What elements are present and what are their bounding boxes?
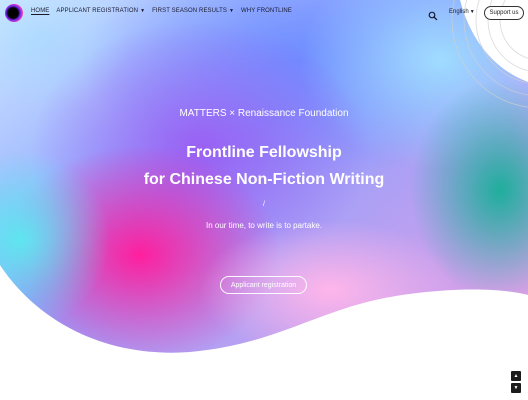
chevron-down-icon: ▼ bbox=[228, 7, 234, 14]
top-navigation: HOME APPLICANT REGISTRATION ▼ FIRST SEAS… bbox=[0, 0, 528, 28]
nav-item-label: APPLICANT REGISTRATION bbox=[56, 8, 139, 14]
support-us-button[interactable]: Support us bbox=[484, 6, 524, 20]
hero-gradient-art bbox=[0, 0, 528, 353]
nav-item-label: HOME bbox=[31, 8, 50, 14]
hero-tagline: In our time, to write is to partake. bbox=[205, 221, 323, 230]
chevron-down-icon: ▼ bbox=[140, 7, 146, 14]
language-selector[interactable]: English ▼ bbox=[449, 9, 475, 15]
nav-links: HOME APPLICANT REGISTRATION ▼ FIRST SEAS… bbox=[31, 8, 292, 14]
applicant-registration-button[interactable]: Applicant registration bbox=[220, 276, 307, 294]
nav-item-label: WHY FRONTLINE bbox=[241, 8, 292, 14]
scroll-up-button[interactable]: ▲ bbox=[511, 371, 521, 381]
nav-item-label: FIRST SEASON RESULTS bbox=[152, 8, 227, 14]
chevron-down-icon: ▼ bbox=[469, 8, 475, 15]
nav-item-first-season-results[interactable]: FIRST SEASON RESULTS ▼ bbox=[152, 8, 234, 14]
language-label: English bbox=[449, 9, 469, 15]
chevron-up-icon: ▲ bbox=[513, 373, 519, 379]
nav-item-why-frontline[interactable]: WHY FRONTLINE bbox=[241, 8, 292, 14]
logo-icon[interactable] bbox=[5, 4, 23, 22]
hero-title-line-1: Frontline Fellowship bbox=[186, 144, 342, 161]
hero-divider: / bbox=[263, 201, 265, 208]
hero-background bbox=[0, 0, 528, 400]
search-icon bbox=[428, 11, 438, 21]
nav-item-applicant-registration[interactable]: APPLICANT REGISTRATION ▼ bbox=[56, 8, 145, 14]
search-button[interactable] bbox=[428, 8, 438, 21]
hero-title-line-2: for Chinese Non-Fiction Writing bbox=[143, 171, 385, 188]
hero-subtitle: MATTERS × Renaissance Foundation bbox=[179, 108, 349, 119]
chevron-down-icon: ▼ bbox=[513, 385, 519, 391]
nav-item-home[interactable]: HOME bbox=[31, 8, 49, 14]
scroll-down-button[interactable]: ▼ bbox=[511, 383, 521, 393]
